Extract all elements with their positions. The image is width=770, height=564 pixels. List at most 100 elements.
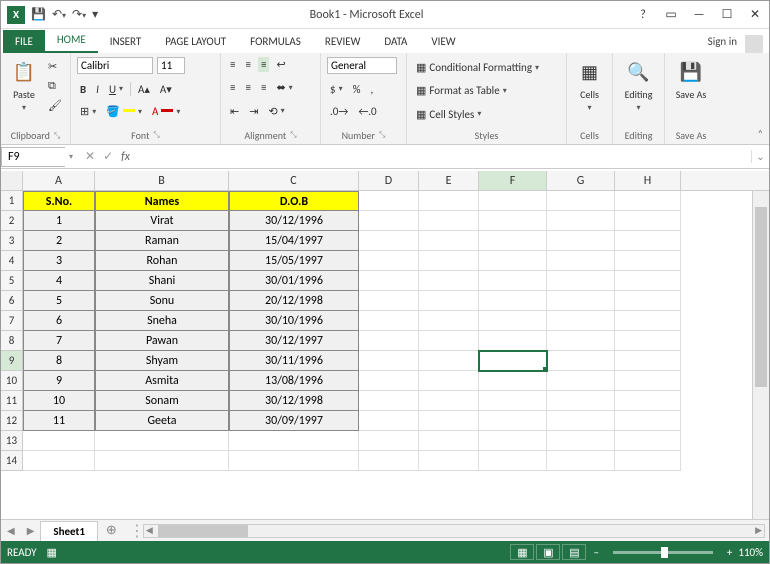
cell-A10[interactable]: 9 (23, 371, 95, 391)
cell-F14[interactable] (479, 451, 547, 471)
comma-format-icon[interactable]: , (367, 82, 376, 97)
font-size-input[interactable] (157, 57, 185, 74)
cell-D4[interactable] (359, 251, 419, 271)
zoom-slider[interactable] (613, 551, 713, 554)
zoom-in-icon[interactable]: + (727, 546, 732, 559)
cell-B12[interactable]: Geeta (95, 411, 229, 431)
cell-D3[interactable] (359, 231, 419, 251)
cell-F3[interactable] (479, 231, 547, 251)
cell-A2[interactable]: 1 (23, 211, 95, 231)
align-bottom-icon[interactable]: ≡ (258, 57, 269, 72)
row-header-11[interactable]: 11 (1, 391, 23, 411)
cell-E9[interactable] (419, 351, 479, 371)
orientation-icon[interactable]: ⟲▾ (265, 104, 287, 119)
cell-H2[interactable] (615, 211, 681, 231)
cell-H4[interactable] (615, 251, 681, 271)
tab-insert[interactable]: INSERT (98, 30, 154, 53)
select-all-corner[interactable] (1, 171, 23, 190)
cell-E7[interactable] (419, 311, 479, 331)
alignment-dialog-icon[interactable]: ⤡ (290, 130, 296, 140)
cell-F6[interactable] (479, 291, 547, 311)
cell-E2[interactable] (419, 211, 479, 231)
cell-D7[interactable] (359, 311, 419, 331)
column-header-H[interactable]: H (615, 171, 681, 190)
cell-G6[interactable] (547, 291, 615, 311)
cell-G2[interactable] (547, 211, 615, 231)
column-header-F[interactable]: F (479, 171, 547, 190)
cell-E1[interactable] (419, 191, 479, 211)
avatar-icon[interactable] (745, 35, 763, 53)
cell-B14[interactable] (95, 451, 229, 471)
cell-F8[interactable] (479, 331, 547, 351)
cell-G7[interactable] (547, 311, 615, 331)
font-color-button[interactable]: A▾ (149, 104, 183, 119)
cells-button[interactable]: ▦Cells▾ (573, 57, 606, 114)
cell-C1[interactable]: D.O.B (229, 191, 359, 211)
cell-A9[interactable]: 8 (23, 351, 95, 371)
font-dialog-icon[interactable]: ⤡ (153, 130, 159, 140)
cell-F1[interactable] (479, 191, 547, 211)
tab-page-layout[interactable]: PAGE LAYOUT (153, 30, 238, 53)
cell-G14[interactable] (547, 451, 615, 471)
cell-E8[interactable] (419, 331, 479, 351)
merge-center-icon[interactable]: ⬌▾ (273, 80, 295, 95)
cell-G3[interactable] (547, 231, 615, 251)
zoom-out-icon[interactable]: – (593, 546, 598, 559)
enter-formula-icon[interactable]: ✓ (103, 149, 113, 164)
cell-A5[interactable]: 4 (23, 271, 95, 291)
cell-C10[interactable]: 13/08/1996 (229, 371, 359, 391)
close-icon[interactable]: ✕ (741, 1, 769, 29)
cell-C9[interactable]: 30/11/1996 (229, 351, 359, 371)
cell-C7[interactable]: 30/10/1996 (229, 311, 359, 331)
cell-E6[interactable] (419, 291, 479, 311)
cell-H13[interactable] (615, 431, 681, 451)
column-header-E[interactable]: E (419, 171, 479, 190)
cell-G13[interactable] (547, 431, 615, 451)
format-painter-icon[interactable]: 🖌 (45, 98, 65, 113)
cell-A1[interactable]: S.No. (23, 191, 95, 211)
wrap-text-icon[interactable]: ↩ (273, 57, 288, 72)
qat-undo-icon[interactable]: ↶▾ (52, 7, 66, 22)
cell-B5[interactable]: Shani (95, 271, 229, 291)
cell-F10[interactable] (479, 371, 547, 391)
cell-C11[interactable]: 30/12/1998 (229, 391, 359, 411)
percent-format-icon[interactable]: % (350, 82, 364, 97)
cell-H5[interactable] (615, 271, 681, 291)
align-left-icon[interactable]: ≡ (227, 80, 238, 95)
cell-H14[interactable] (615, 451, 681, 471)
cell-B2[interactable]: Virat (95, 211, 229, 231)
help-icon[interactable]: ? (629, 1, 657, 29)
cell-E10[interactable] (419, 371, 479, 391)
column-header-B[interactable]: B (95, 171, 229, 190)
sheet-nav-prev-icon[interactable]: ◀ (1, 524, 21, 537)
sheet-nav-next-icon[interactable]: ▶ (21, 524, 41, 537)
cell-D8[interactable] (359, 331, 419, 351)
bold-button[interactable]: B (77, 82, 89, 97)
cell-G11[interactable] (547, 391, 615, 411)
cell-A14[interactable] (23, 451, 95, 471)
cell-E13[interactable] (419, 431, 479, 451)
cell-H12[interactable] (615, 411, 681, 431)
cell-E5[interactable] (419, 271, 479, 291)
cell-E14[interactable] (419, 451, 479, 471)
cell-F4[interactable] (479, 251, 547, 271)
cell-H3[interactable] (615, 231, 681, 251)
macro-record-icon[interactable]: ▦ (47, 546, 57, 559)
align-top-icon[interactable]: ≡ (227, 57, 238, 72)
increase-indent-icon[interactable]: ⇥ (246, 104, 261, 119)
cell-G12[interactable] (547, 411, 615, 431)
cell-A8[interactable]: 7 (23, 331, 95, 351)
number-dialog-icon[interactable]: ⤡ (379, 130, 385, 140)
cell-H9[interactable] (615, 351, 681, 371)
normal-view-icon[interactable]: ▦ (510, 544, 534, 560)
cell-C8[interactable]: 30/12/1997 (229, 331, 359, 351)
cell-F9[interactable] (479, 351, 547, 371)
copy-icon[interactable]: ⧉ (45, 78, 65, 94)
cell-E4[interactable] (419, 251, 479, 271)
cell-E3[interactable] (419, 231, 479, 251)
cell-G9[interactable] (547, 351, 615, 371)
decrease-font-button[interactable]: A▾ (157, 82, 175, 97)
grid-body[interactable]: 1S.No.NamesD.O.B21Virat30/12/199632Raman… (1, 191, 769, 519)
tab-split-handle[interactable]: ⋮ (129, 521, 135, 541)
cell-D6[interactable] (359, 291, 419, 311)
